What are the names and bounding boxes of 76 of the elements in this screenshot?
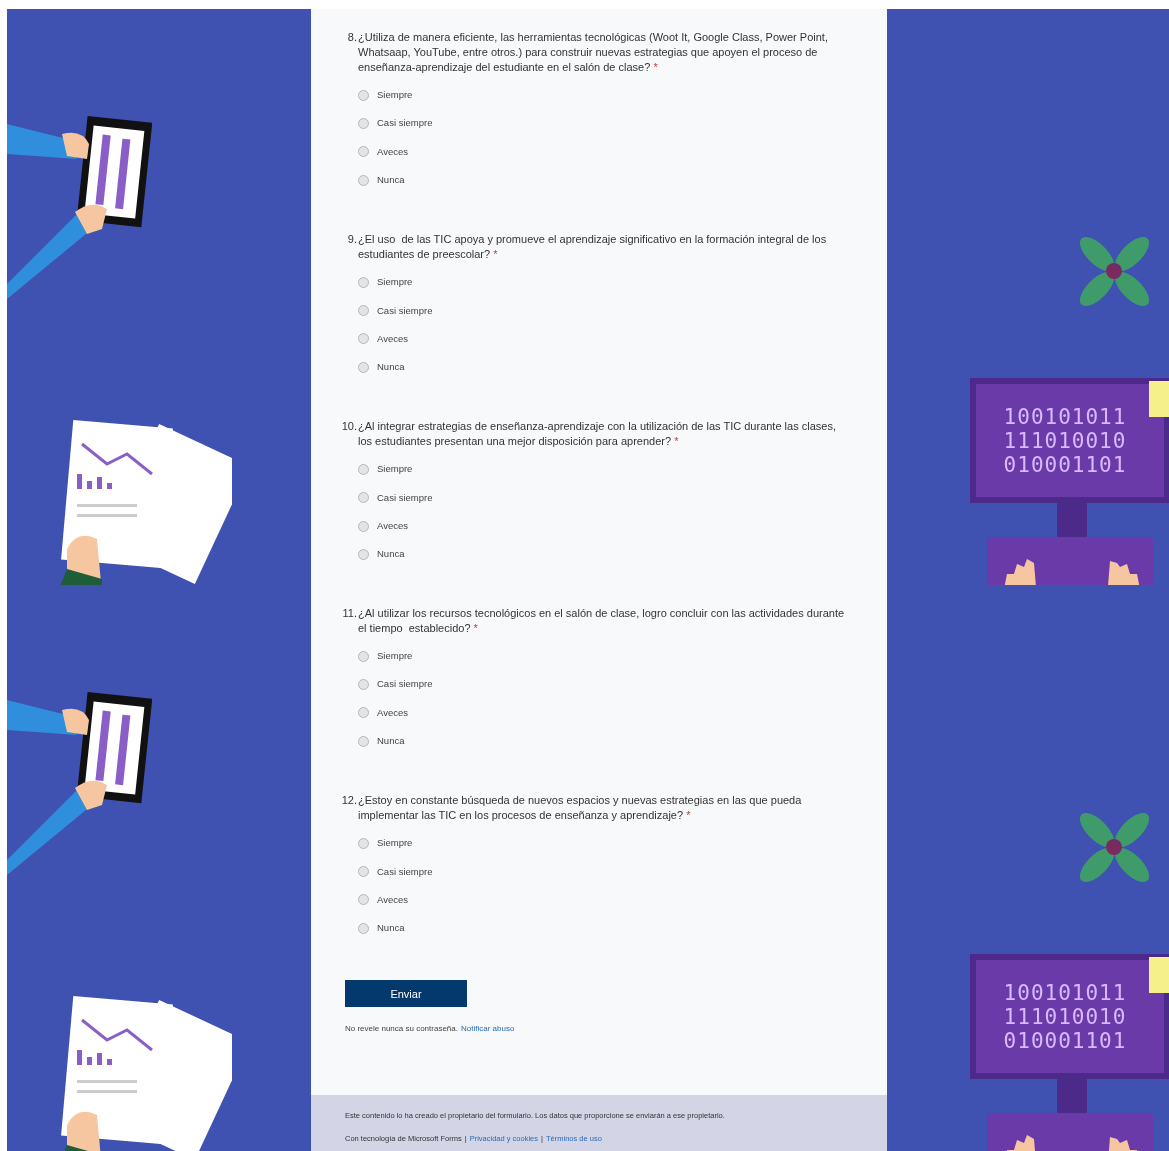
sticky-note [1149,957,1169,993]
radio-option[interactable]: Nunca [358,165,413,195]
binary-text: 010001101 [1003,1028,1127,1053]
question-text: ¿Al utilizar los recursos tecnológicos en el salón de clase, logro concluir con las actividades durante el tiempo establecido? * [358,606,846,636]
radio-button[interactable] [358,361,369,373]
radio-option[interactable]: Nunca [358,540,413,569]
bar [87,1057,92,1065]
bar [97,1053,102,1065]
binary-text: 010001101 [1003,452,1127,477]
radio-button[interactable] [358,922,369,934]
radio-button[interactable] [358,837,369,849]
question-number: 11. [341,606,357,621]
radio-option[interactable]: Aveces [358,698,416,727]
report-abuse-link[interactable]: Notificar abuso [460,1023,515,1036]
radio-option[interactable]: Siempre [358,642,421,671]
bar [97,477,102,489]
trend-line [81,442,153,476]
radio-button[interactable] [358,520,369,532]
bar [107,483,112,489]
bar [87,481,92,489]
binary-text: 100101011 [1003,404,1127,429]
radio-option[interactable]: Nunca [358,914,413,943]
radio-button[interactable] [358,89,369,101]
binary-text: 100101011 [1003,980,1127,1005]
radio-option[interactable]: Aveces [358,511,416,541]
radio-button[interactable] [358,735,369,747]
binary-text: 111010010 [1003,428,1127,453]
radio-button[interactable] [358,492,369,504]
radio-option[interactable]: Aveces [358,137,416,166]
radio-button[interactable] [358,174,369,186]
sticky-note [1149,381,1169,417]
submit-button[interactable]: Enviar [345,980,467,1008]
bar [77,1050,82,1065]
question-number: 10. [341,419,357,435]
binary-text: 111010010 [1003,1004,1127,1029]
radio-button[interactable] [358,707,369,719]
radio-option[interactable]: Casi siempre [358,296,441,325]
radio-button[interactable] [358,146,369,158]
radio-option[interactable]: Casi siempre [358,483,441,512]
radio-button[interactable] [358,548,369,560]
radio-option[interactable]: Siempre [358,455,421,484]
radio-button[interactable] [358,464,369,475]
radio-option[interactable]: Casi siempre [358,670,441,699]
text-line [77,1080,137,1083]
radio-option[interactable]: Nunca [358,726,413,756]
question-text: ¿Estoy en constante búsqueda de nuevos espacios y nuevas estrategias en las que pueda implementar las TIC en los procesos de enseñanza y aprendizaje? * [358,793,803,824]
radio-button[interactable] [358,894,369,906]
radio-button[interactable] [358,650,369,662]
bar [77,474,82,489]
hand [67,1111,102,1151]
radio-button[interactable] [358,117,369,129]
question-number: 12. [341,793,357,809]
question-text: ¿El uso de las TIC apoya y promueve el aprendizaje significativo en la formación integral de los estudiantes de preescolar? * [358,232,828,263]
text-line [77,504,137,507]
radio-option[interactable]: Siempre [358,829,421,858]
text-line [77,1090,137,1093]
radio-option[interactable]: Casi siempre [358,109,441,138]
radio-option[interactable]: Casi siempre [358,857,441,886]
question-number: 9. [346,232,357,248]
question-number: 8. [346,30,357,45]
question-text: ¿Utiliza de manera eficiente, las herramientas tecnológicas (Woot It, Google Class, Power Point, Whatsaap, YouTube, entre otros.) para construir nuevas estrategias que apoyen el proceso de enseñanza-aprendizaje del estudiante en el salón de clase? * [358,30,829,75]
radio-option[interactable]: Siempre [358,81,421,110]
radio-option[interactable]: Aveces [358,324,416,354]
radio-button[interactable] [358,333,369,345]
radio-button[interactable] [358,276,369,288]
radio-button[interactable] [358,305,369,317]
radio-option[interactable]: Siempre [358,268,421,297]
trend-line [81,1018,153,1052]
question-text: ¿Al integrar estrategias de enseñanza-aprendizaje con la utilización de las TIC durante las clases, los estudiantes presentan una mejor disposición para aprender? * [358,419,837,450]
radio-button[interactable] [358,678,369,690]
bar [107,1059,112,1065]
notice-text: No revele nunca su contraseña. [345,1023,458,1036]
radio-option[interactable]: Aveces [358,885,416,915]
radio-option[interactable]: Nunca [358,353,413,382]
radio-button[interactable] [358,866,369,878]
text-line [77,514,137,517]
